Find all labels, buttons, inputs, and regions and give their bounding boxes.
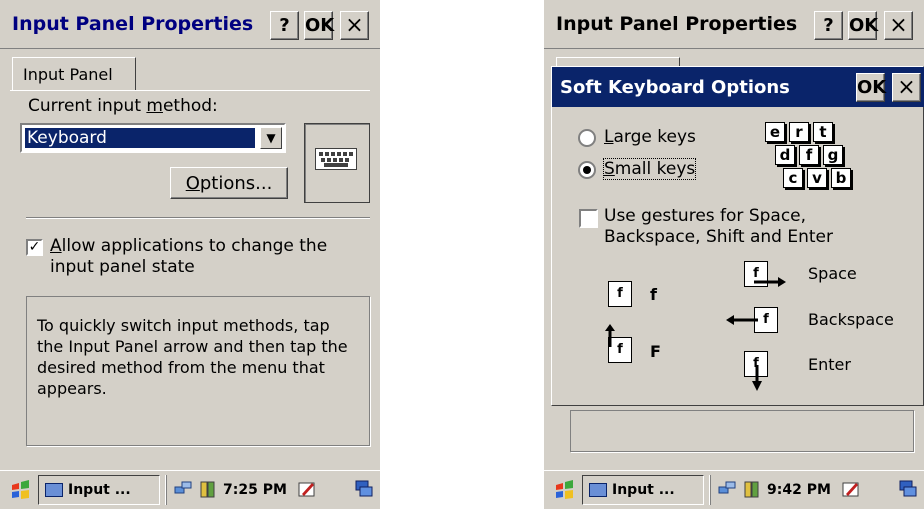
chevron-down-icon[interactable]: ▼ [260,127,282,149]
clock[interactable]: 7:25 PM [223,482,287,498]
gestures-label: Use gestures for Space, Backspace, Shift… [604,206,834,247]
key: c [783,168,803,188]
key: d [775,145,795,165]
input-panel-icon[interactable] [841,479,861,499]
dialog-title-bar: Soft Keyboard Options OK × [552,67,924,107]
taskbar: Input ... 7:25 PM [0,470,380,509]
network-icon[interactable] [717,479,737,499]
separator [26,217,370,219]
gesture-enter-label: Enter [808,355,851,374]
task-button-input[interactable]: Input ... [38,475,160,505]
arrow-down-icon [752,365,762,391]
allow-apps-checkbox[interactable]: ✓ [26,239,43,256]
gesture-backspace-label: Backspace [808,310,894,329]
battery-icon[interactable] [741,479,761,499]
allow-apps-label: Allow applications to change the input p… [50,236,328,277]
system-tray: 9:42 PM [710,475,881,505]
battery-icon[interactable] [197,479,217,499]
key: b [831,168,851,188]
window-title: Input Panel Properties [12,13,254,35]
help-button[interactable]: ? [814,11,843,40]
ok-button[interactable]: OK [304,11,334,40]
network-icon[interactable] [173,479,193,499]
key: r [789,122,809,142]
info-box [570,410,914,452]
taskbar: Input ... 9:42 PM [544,470,924,509]
gestures-checkbox[interactable] [579,209,598,228]
tab-input-panel[interactable]: Input Panel [12,57,136,91]
key: e [765,122,785,142]
window-title: Input Panel Properties [556,13,798,35]
key: f [799,145,819,165]
large-keys-radio[interactable] [578,129,596,147]
keyboard-preview [304,123,370,203]
window-task-icon [45,483,63,497]
desktop-icon[interactable] [898,479,918,499]
system-tray: 7:25 PM [166,475,337,505]
input-method-value: Keyboard [25,128,255,148]
keyboard-icon [315,148,357,170]
input-panel-icon[interactable] [297,479,317,499]
title-bar: Input Panel Properties ? OK × [0,0,380,49]
small-keys-label: Small keys [602,158,697,180]
options-button[interactable]: Options... [170,167,288,199]
arrow-right-icon [754,277,786,287]
dialog-close-button[interactable]: × [892,73,921,102]
close-button[interactable]: × [884,11,913,40]
soft-keyboard-options-screen: Input Panel Properties ? OK × Input Pane… [544,0,924,509]
task-button-input[interactable]: Input ... [582,475,704,505]
gesture-f-icon: f [608,281,632,307]
soft-keyboard-options-dialog: Soft Keyboard Options OK × Large keys Sm… [551,66,924,406]
input-method-select[interactable]: Keyboard ▼ [20,123,286,153]
title-bar: Input Panel Properties ? OK × [544,0,924,49]
key: v [807,168,827,188]
key: t [813,122,833,142]
arrow-left-icon [726,315,758,325]
close-button[interactable]: × [340,11,369,40]
info-text: To quickly switch input methods, tap the… [37,316,348,398]
gesture-f-upper-label: F [650,342,661,361]
info-box: To quickly switch input methods, tap the… [26,296,370,446]
large-keys-label: Large keys [604,127,696,147]
ok-button[interactable]: OK [848,11,878,40]
window-task-icon [589,483,607,497]
windows-start-icon[interactable] [554,479,576,501]
small-keys-radio[interactable] [578,161,596,179]
current-input-method-label: Current input method: [28,96,218,116]
desktop-icon[interactable] [354,479,374,499]
arrow-up-icon [605,324,615,347]
key: g [823,145,843,165]
windows-start-icon[interactable] [10,479,32,501]
gesture-f-lower-label: f [650,285,657,304]
dialog-title: Soft Keyboard Options [560,77,790,98]
clock[interactable]: 9:42 PM [767,482,831,498]
gesture-space-label: Space [808,264,857,283]
help-button[interactable]: ? [270,11,299,40]
input-panel-properties-window: Input Panel Properties ? OK × Input Pane… [0,0,380,509]
dialog-ok-button[interactable]: OK [856,73,886,102]
